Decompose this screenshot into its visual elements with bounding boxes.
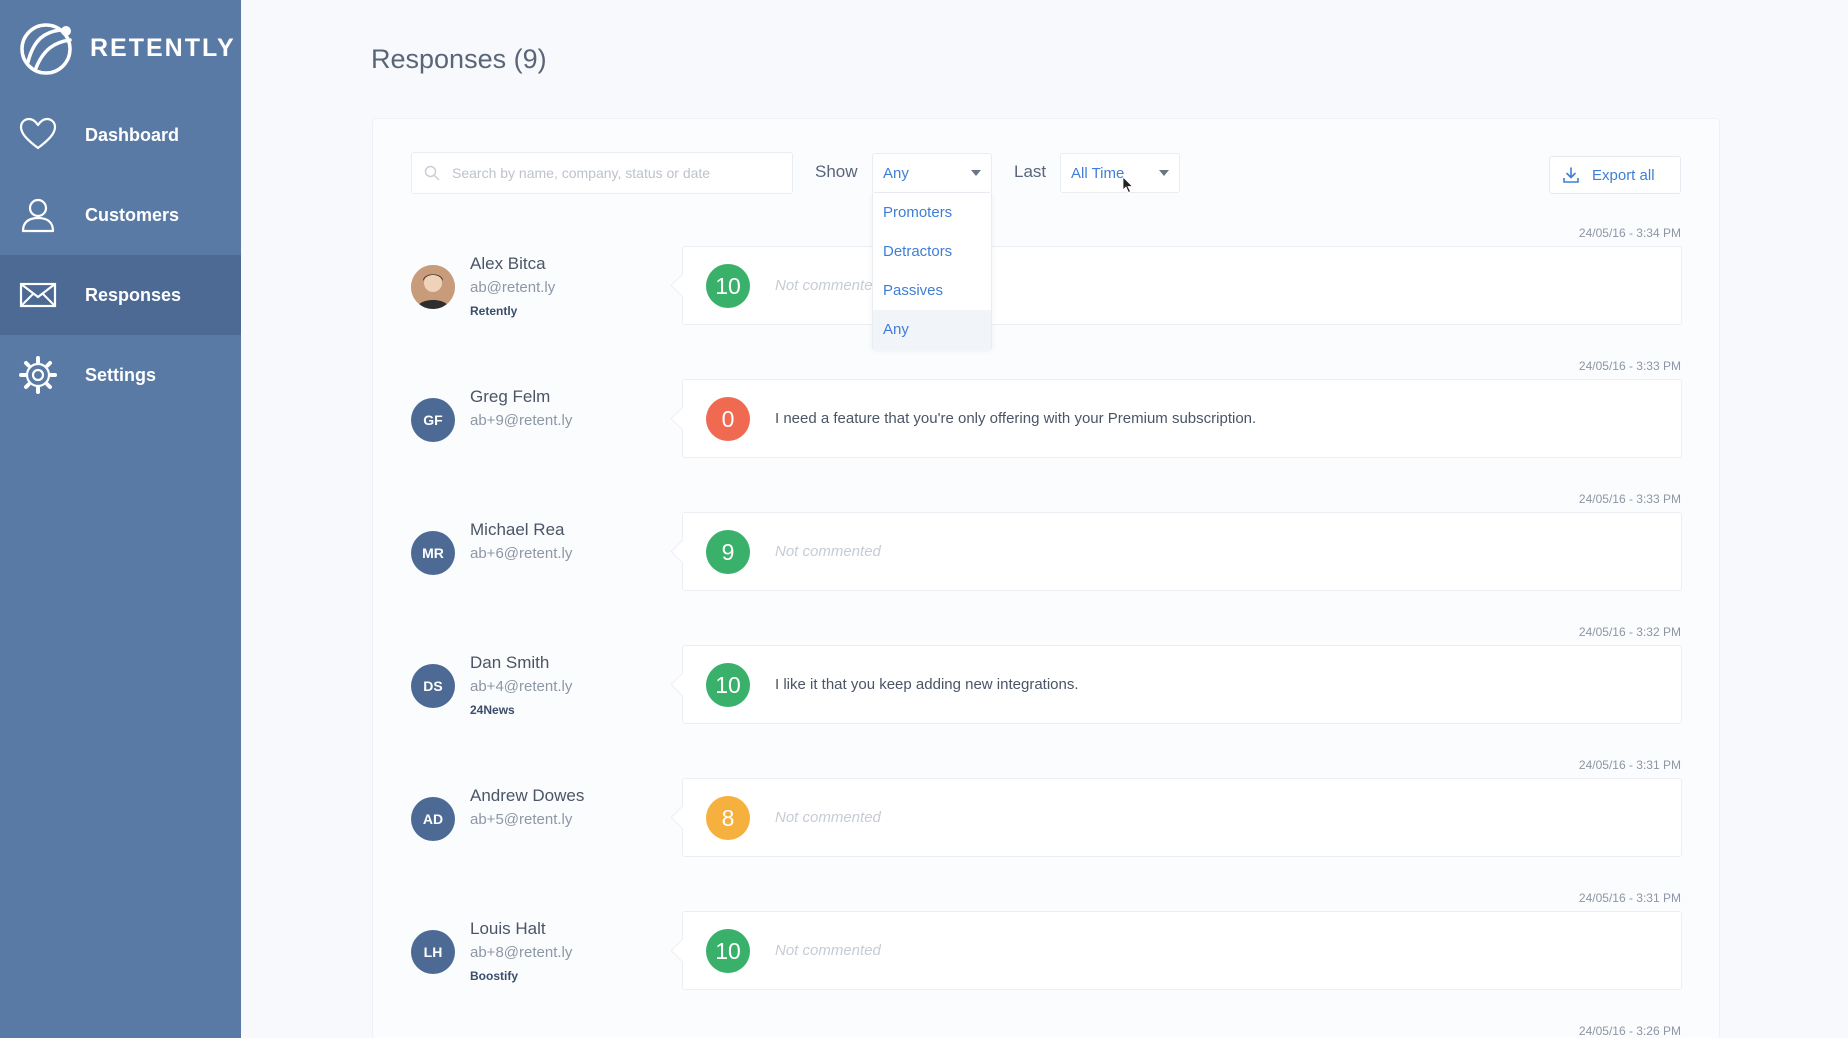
customer-name[interactable]: Dan Smith (470, 653, 549, 673)
page-title: Responses (9) (371, 44, 547, 74)
show-filter-label: Show (815, 162, 858, 181)
customer-email: ab+9@retent.ly (470, 412, 573, 429)
response-timestamp: 24/05/16 - 3:33 PM (1578, 492, 1681, 506)
search-icon (424, 165, 440, 181)
customer-email: ab+8@retent.ly (470, 944, 573, 961)
dropdown-option-promoters[interactable]: Promoters (873, 193, 991, 232)
heart-icon (19, 117, 57, 150)
response-bubble: 8 Not commented (682, 778, 1682, 857)
chevron-down-icon (971, 170, 981, 176)
score-badge: 8 (706, 796, 750, 840)
response-row[interactable]: 24/05/16 - 3:26 PM (0, 1024, 1848, 1038)
customer-email: ab+4@retent.ly (470, 678, 573, 695)
customer-company: Retently (470, 304, 518, 318)
response-row[interactable]: 24/05/16 - 3:33 PM MR Michael Rea ab+6@r… (0, 492, 1848, 625)
show-filter-dropdown: Promoters Detractors Passives Any (872, 193, 992, 349)
avatar: MR (411, 531, 455, 575)
search-box[interactable] (411, 152, 793, 194)
download-icon (1563, 167, 1579, 183)
score-badge: 10 (706, 929, 750, 973)
response-timestamp: 24/05/16 - 3:32 PM (1578, 625, 1681, 639)
avatar: DS (411, 664, 455, 708)
response-timestamp: 24/05/16 - 3:31 PM (1578, 891, 1681, 905)
score-badge: 10 (706, 264, 750, 308)
response-timestamp: 24/05/16 - 3:26 PM (1578, 1024, 1681, 1038)
score-badge: 10 (706, 663, 750, 707)
response-timestamp: 24/05/16 - 3:33 PM (1578, 359, 1681, 373)
show-filter-value: Any (883, 164, 909, 182)
mouse-cursor-icon (1122, 176, 1134, 194)
brand[interactable]: RETENTLY (16, 18, 236, 78)
response-row[interactable]: 24/05/16 - 3:33 PM GF Greg Felm ab+9@ret… (0, 359, 1848, 492)
avatar: LH (411, 930, 455, 974)
response-row[interactable]: 24/05/16 - 3:31 PM AD Andrew Dowes ab+5@… (0, 758, 1848, 891)
customer-email: ab@retent.ly (470, 279, 556, 296)
customer-email: ab+6@retent.ly (470, 545, 573, 562)
response-comment: Not commented (775, 543, 881, 560)
customer-name[interactable]: Alex Bitca (470, 254, 546, 274)
score-badge: 0 (706, 397, 750, 441)
avatar: GF (411, 398, 455, 442)
sidebar-item-label: Dashboard (85, 124, 180, 145)
response-comment: I like it that you keep adding new integ… (775, 676, 1079, 693)
response-timestamp: 24/05/16 - 3:31 PM (1578, 758, 1681, 772)
avatar: AD (411, 797, 455, 841)
response-comment: Not commented (775, 809, 881, 826)
retently-logo-icon (20, 23, 72, 75)
response-row[interactable]: 24/05/16 - 3:32 PM DS Dan Smith ab+4@ret… (0, 625, 1848, 758)
customer-email: ab+5@retent.ly (470, 811, 573, 828)
chevron-down-icon (1159, 170, 1169, 176)
last-filter-label: Last (1014, 162, 1047, 181)
sidebar-item-dashboard[interactable]: Dashboard (0, 95, 241, 175)
customer-name[interactable]: Louis Halt (470, 919, 546, 939)
response-bubble: 10 I like it that you keep adding new in… (682, 645, 1682, 724)
customer-name[interactable]: Michael Rea (470, 520, 565, 540)
brand-name: RETENTLY (90, 33, 236, 62)
response-row[interactable]: 24/05/16 - 3:31 PM LH Louis Halt ab+8@re… (0, 891, 1848, 1024)
customer-name[interactable]: Greg Felm (470, 387, 550, 407)
last-filter-select[interactable]: All Time (1060, 153, 1180, 193)
customer-company: 24News (470, 703, 515, 717)
response-timestamp: 24/05/16 - 3:34 PM (1578, 226, 1681, 240)
dropdown-option-detractors[interactable]: Detractors (873, 232, 991, 271)
dropdown-option-any[interactable]: Any (873, 310, 991, 349)
show-filter-select[interactable]: Any (872, 153, 992, 193)
score-badge: 9 (706, 530, 750, 574)
response-comment: I need a feature that you're only offeri… (775, 410, 1257, 427)
avatar-photo-icon (411, 265, 455, 309)
response-bubble: 9 Not commented (682, 512, 1682, 591)
export-all-button[interactable]: Export all (1549, 156, 1681, 194)
response-bubble: 10 Not commented (682, 246, 1682, 325)
search-input[interactable] (452, 165, 782, 181)
response-bubble: 10 Not commented (682, 911, 1682, 990)
response-bubble: 0 I need a feature that you're only offe… (682, 379, 1682, 458)
export-all-label: Export all (1592, 166, 1655, 184)
response-comment: Not commented (775, 277, 881, 294)
sidebar-item-label: Customers (85, 204, 180, 225)
avatar (411, 265, 455, 309)
dropdown-option-passives[interactable]: Passives (873, 271, 991, 310)
response-comment: Not commented (775, 942, 881, 959)
customer-company: Boostify (470, 969, 518, 983)
last-filter-value: All Time (1071, 164, 1125, 182)
customer-name[interactable]: Andrew Dowes (470, 786, 584, 806)
